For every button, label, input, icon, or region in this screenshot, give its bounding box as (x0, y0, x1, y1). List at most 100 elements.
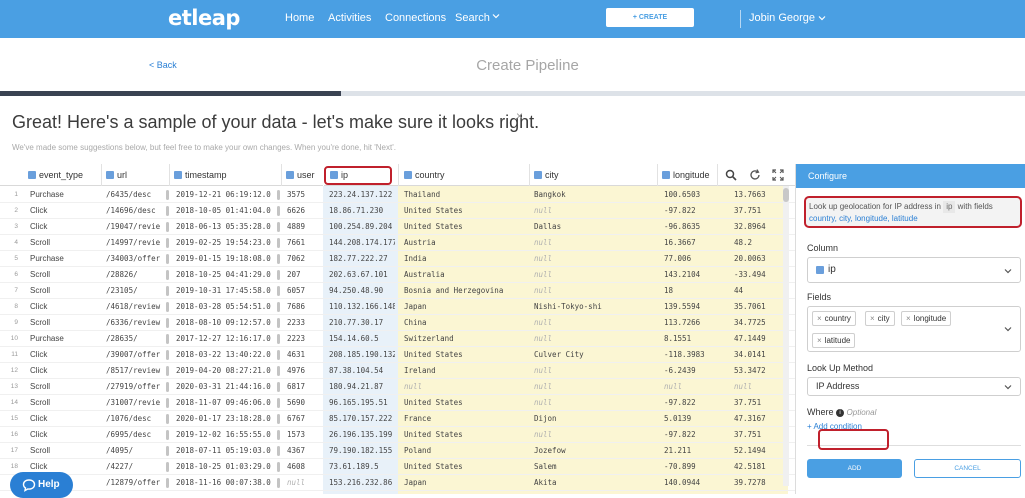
cancel-button[interactable]: CANCEL (914, 459, 1021, 478)
table-cell: 42.5181 (734, 462, 766, 471)
cell-scroll-handle[interactable] (277, 270, 280, 280)
table-row: 13 Scroll/27919/offer 2020-03-31 21:44:16.… (0, 379, 795, 395)
cell-scroll-handle[interactable] (166, 462, 169, 472)
cell-scroll-handle[interactable] (277, 414, 280, 424)
table-cell: Nishi-Tokyo-shi (534, 302, 602, 311)
cell-scroll-handle[interactable] (166, 222, 169, 232)
table-cell: Purchase (30, 254, 64, 263)
add-button[interactable]: ADD (807, 459, 902, 478)
table-cell: 5.0139 (664, 414, 692, 423)
cell-scroll-handle[interactable] (166, 318, 169, 328)
cell-scroll-handle[interactable] (277, 478, 280, 488)
table-cell: United States (404, 462, 463, 471)
cell-scroll-handle[interactable] (277, 286, 280, 296)
nav-home[interactable]: Home (285, 12, 314, 24)
field-tag-latitude[interactable]: × latitude (812, 333, 856, 348)
chevron-down-icon[interactable] (818, 14, 826, 22)
table-cell: United States (404, 430, 463, 439)
table-cell: null (534, 398, 553, 407)
cell-scroll-handle[interactable] (166, 238, 169, 248)
cell-scroll-handle[interactable] (277, 254, 280, 264)
nav-activities[interactable]: Activities (328, 12, 371, 24)
cell-scroll-handle[interactable] (277, 238, 280, 248)
close-icon[interactable]: × (516, 109, 523, 123)
instructions: We've made some suggestions below, but f… (12, 143, 396, 152)
remove-icon[interactable]: × (817, 336, 822, 345)
cell-scroll-handle[interactable] (277, 334, 280, 344)
column-header-timestamp[interactable]: timestamp (174, 164, 227, 186)
expand-icon[interactable] (771, 168, 785, 182)
cell-scroll-handle[interactable] (166, 446, 169, 456)
cell-scroll-handle[interactable] (166, 366, 169, 376)
data-preview-table: event_type url timestamp user ip country… (0, 164, 795, 494)
cell-scroll-handle[interactable] (277, 206, 280, 216)
cell-scroll-handle[interactable] (166, 302, 169, 312)
cell-scroll-handle[interactable] (166, 254, 169, 264)
remove-icon[interactable]: × (906, 314, 911, 323)
column-header-country[interactable]: country (404, 164, 445, 186)
column-header-longitude[interactable]: longitude (662, 164, 710, 186)
cell-scroll-handle[interactable] (277, 318, 280, 328)
table-cell: 37.751 (734, 430, 762, 439)
cell-scroll-handle[interactable] (166, 334, 169, 344)
field-tag-country[interactable]: × country (812, 311, 856, 326)
nav-search[interactable]: Search (455, 12, 490, 24)
remove-icon[interactable]: × (870, 314, 875, 323)
lookup-method-select[interactable]: IP Address (807, 377, 1021, 396)
table-cell: 13.7663 (734, 190, 766, 199)
cell-scroll-handle[interactable] (166, 206, 169, 216)
cell-scroll-handle[interactable] (277, 462, 280, 472)
column-select[interactable]: ip (807, 257, 1021, 283)
cell-scroll-handle[interactable] (277, 350, 280, 360)
column-header-city[interactable]: city (534, 164, 559, 186)
column-header-url[interactable]: url (106, 164, 127, 186)
remove-icon[interactable]: × (817, 314, 822, 323)
cell-scroll-handle[interactable] (166, 414, 169, 424)
cell-scroll-handle[interactable] (277, 430, 280, 440)
table-cell: Japan (404, 302, 427, 311)
table-cell: 34.7725 (734, 318, 766, 327)
nav-connections[interactable]: Connections (385, 12, 446, 24)
help-button[interactable]: Help (10, 472, 73, 498)
cell-scroll-handle[interactable] (166, 430, 169, 440)
table-cell: 113.7266 (664, 318, 701, 327)
etleap-logo[interactable]: etleap (168, 6, 240, 30)
cell-scroll-handle[interactable] (166, 286, 169, 296)
cell-scroll-handle[interactable] (277, 222, 280, 232)
column-header-user[interactable]: user (286, 164, 315, 186)
table-cell: 2018-07-11 05:19:03.0 (176, 446, 271, 455)
cell-scroll-handle[interactable] (166, 382, 169, 392)
cell-scroll-handle[interactable] (166, 398, 169, 408)
cell-scroll-handle[interactable] (166, 270, 169, 280)
cell-scroll-handle[interactable] (277, 302, 280, 312)
chevron-down-icon[interactable] (492, 12, 500, 20)
cell-scroll-handle[interactable] (277, 366, 280, 376)
refresh-icon[interactable] (748, 168, 762, 182)
table-cell: Bosnia and Herzegovina (404, 286, 504, 295)
table-cell: Click (30, 222, 48, 231)
cell-scroll-handle[interactable] (166, 350, 169, 360)
table-cell: 210.77.30.17 (329, 318, 384, 327)
field-tag-longitude[interactable]: × longitude (901, 311, 952, 326)
cell-scroll-handle[interactable] (277, 190, 280, 200)
scrollbar-thumb[interactable] (783, 188, 789, 202)
cell-scroll-handle[interactable] (277, 382, 280, 392)
table-cell: United States (404, 222, 463, 231)
string-type-icon (28, 170, 36, 179)
table-cell: 8.1551 (664, 334, 692, 343)
user-menu[interactable]: Jobin George (749, 12, 815, 24)
create-button[interactable]: + CREATE (606, 8, 694, 27)
search-icon[interactable] (724, 168, 738, 182)
table-scrollbar[interactable] (783, 186, 789, 486)
cell-scroll-handle[interactable] (166, 190, 169, 200)
cell-scroll-handle[interactable] (166, 478, 169, 488)
chat-bubble-icon (22, 479, 36, 492)
table-cell: 18 (664, 286, 674, 295)
table-cell: 139.5594 (664, 302, 701, 311)
cell-scroll-handle[interactable] (277, 446, 280, 456)
column-header-event-type[interactable]: event_type (28, 164, 83, 186)
info-icon[interactable]: i (836, 408, 845, 417)
cell-scroll-handle[interactable] (277, 398, 280, 408)
field-tag-city[interactable]: × city (865, 311, 895, 326)
fields-multiselect[interactable]: × country × city × longitude × latitude (807, 306, 1021, 352)
